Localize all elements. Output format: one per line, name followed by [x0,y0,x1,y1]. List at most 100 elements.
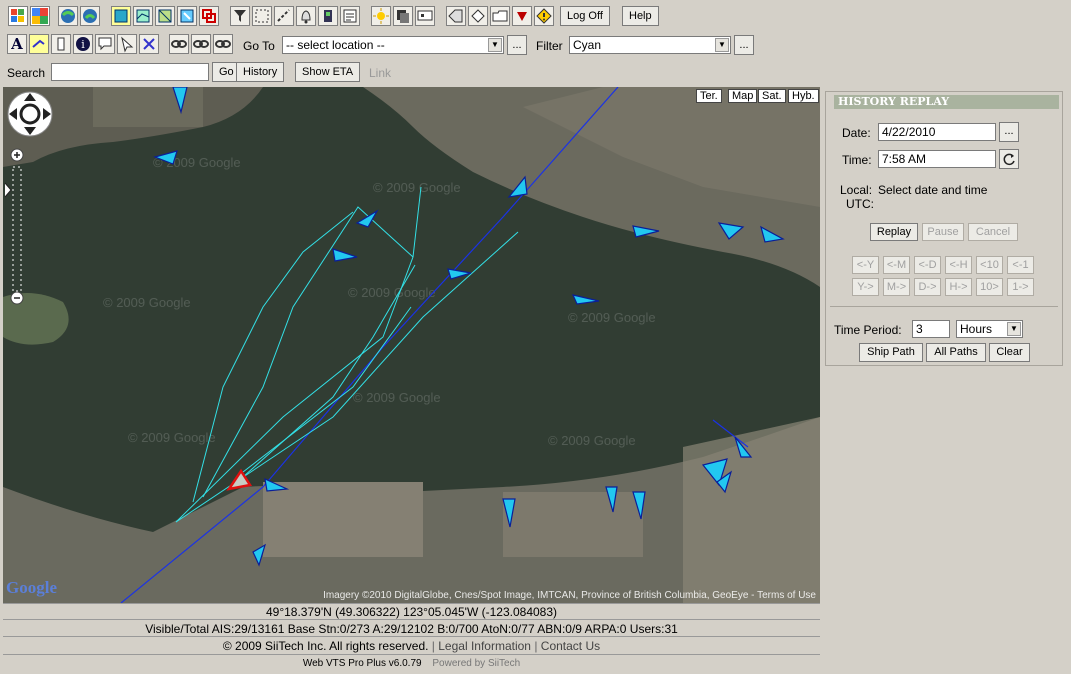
map-watermark: © 2009 Google [548,433,636,448]
monitor-icon[interactable] [415,6,435,26]
step-fwd-1-button[interactable]: 1-> [1007,278,1034,296]
link-3-icon[interactable] [213,34,233,54]
cancel-button[interactable]: Cancel [968,223,1018,241]
ship-path-button[interactable]: Ship Path [859,343,923,362]
contact-link[interactable]: Contact Us [541,639,600,653]
google-logo: Google [6,578,57,597]
link-1-icon[interactable] [169,34,189,54]
date-input[interactable] [878,123,996,141]
search-input[interactable] [51,63,209,81]
status-divider [3,619,820,620]
local-value: Select date and time [878,183,988,197]
step-back-month-button[interactable]: <-M [883,256,910,274]
sun-icon[interactable] [371,6,391,26]
step-fwd-day-button[interactable]: D-> [914,278,941,296]
main-toolbar: Log Off Help [0,0,1071,32]
step-back-1-button[interactable]: <-1 [1007,256,1034,274]
logoff-button[interactable]: Log Off [560,6,610,26]
help-button[interactable]: Help [622,6,659,26]
layer-map-icon[interactable] [177,6,197,26]
filter-icon[interactable] [230,6,250,26]
link-2-icon[interactable] [191,34,211,54]
info-icon[interactable]: i [73,34,93,54]
replay-button[interactable]: Replay [870,223,918,241]
text-font-icon[interactable]: A [7,34,27,54]
history-replay-panel: HISTORY REPLAY Date: ... Time: Local: Se… [825,91,1063,366]
pointer-icon[interactable] [117,34,137,54]
goto-label: Go To [243,39,275,53]
version-text: Web VTS Pro Plus v6.0.79 [302,658,422,669]
maptype-map-button[interactable]: Map [728,89,758,103]
layer-chart-icon[interactable] [133,6,153,26]
device-icon[interactable] [318,6,338,26]
measure-icon[interactable] [274,6,294,26]
maptype-hybrid-button[interactable]: Hyb. [788,89,819,103]
step-back-day-button[interactable]: <-D [914,256,941,274]
panel-divider [830,306,1058,307]
pin-down-icon[interactable] [512,6,532,26]
time-period-input[interactable] [912,320,950,338]
step-back-hour-button[interactable]: <-H [945,256,972,274]
select-area-icon[interactable] [252,6,272,26]
open-folder-icon[interactable] [490,6,510,26]
time-unit-select[interactable]: Hours ▼ [956,320,1023,338]
secondary-toolbar: A i Go To -- select location -- ▼ ... Fi… [0,31,1071,59]
filter-select[interactable]: Cyan ▼ [569,36,731,54]
layer-grid-icon[interactable] [111,6,131,26]
globe-center-icon[interactable] [80,6,100,26]
report-icon[interactable] [340,6,360,26]
history-button[interactable]: History [236,62,285,82]
tag-icon[interactable] [468,6,488,26]
alarm-bell-icon[interactable] [296,6,316,26]
globe-zoom-icon[interactable] [58,6,78,26]
search-toolbar: Search Go History Show ETA Link [0,58,1071,87]
ais-counts: Visible/Total AIS:29/13161 Base Stn:0/27… [145,622,678,636]
step-back-year-button[interactable]: <-Y [852,256,879,274]
step-fwd-year-button[interactable]: Y-> [852,278,879,296]
layer-overlay-icon[interactable] [199,6,219,26]
refresh-icon[interactable] [999,149,1019,169]
all-paths-button[interactable]: All Paths [926,343,986,362]
tag-back-icon[interactable] [446,6,466,26]
vessel-label-icon[interactable] [29,34,49,54]
filter-select-value: Cyan [573,38,602,52]
warning-icon[interactable] [534,6,554,26]
show-eta-button[interactable]: Show ETA [295,62,361,82]
map-canvas: © 2009 Google © 2009 Google © 2009 Googl… [3,87,820,603]
legal-link[interactable]: Legal Information [438,639,531,653]
maptype-satellite-button[interactable]: Sat. [758,89,786,103]
filter-label: Filter [536,39,563,53]
time-period-label: Time Period: [834,323,902,337]
map-watermark: © 2009 Google [128,430,216,445]
step-back-10-button[interactable]: <10 [976,256,1003,274]
goto-select-value: -- select location -- [286,38,385,52]
google-icon[interactable] [30,6,50,26]
pause-button[interactable]: Pause [922,223,964,241]
step-fwd-hour-button[interactable]: H-> [945,278,972,296]
close-x-icon[interactable] [139,34,159,54]
step-fwd-10-button[interactable]: 10> [976,278,1003,296]
pan-control[interactable] [7,91,53,137]
powered-by-text: Powered by SiiTech [432,658,521,669]
goto-browse-button[interactable]: ... [507,35,527,55]
clear-button[interactable]: Clear [989,343,1030,362]
windows-icon[interactable] [8,6,28,26]
time-label: Time: [842,153,872,167]
svg-text:i: i [81,38,85,51]
message-icon[interactable] [95,34,115,54]
copy-icon[interactable] [393,6,413,26]
step-fwd-month-button[interactable]: M-> [883,278,910,296]
date-picker-button[interactable]: ... [999,122,1019,142]
maptype-terrain-button[interactable]: Ter. [696,89,722,103]
filter-browse-button[interactable]: ... [734,35,754,55]
time-input[interactable] [878,150,996,168]
status-divider [3,654,820,655]
map-view[interactable]: © 2009 Google © 2009 Google © 2009 Googl… [3,87,820,603]
search-label: Search [7,66,46,80]
goto-select[interactable]: -- select location -- ▼ [282,36,504,54]
layer-terrain-icon[interactable] [155,6,175,26]
map-watermark: © 2009 Google [568,310,656,325]
map-watermark: © 2009 Google [103,295,191,310]
map-watermark: © 2009 Google [353,390,441,405]
phone-icon[interactable] [51,34,71,54]
